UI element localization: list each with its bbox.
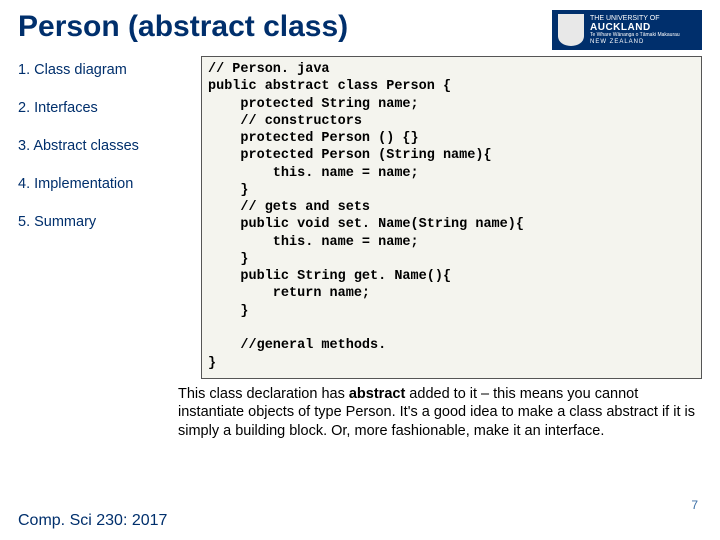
outline-item: 2. Interfaces [18, 100, 193, 116]
outline-item: 4. Implementation [18, 176, 193, 192]
outline-item: 5. Summary [18, 214, 193, 230]
university-logo: THE UNIVERSITY OF AUCKLAND Te Whare Wāna… [552, 10, 702, 50]
outline-item: 1. Class diagram [18, 62, 193, 78]
footer-text: Comp. Sci 230: 2017 [18, 512, 167, 530]
page-number: 7 [691, 498, 698, 512]
crest-icon [558, 14, 584, 46]
code-block: // Person. java public abstract class Pe… [201, 56, 702, 379]
logo-text: THE UNIVERSITY OF AUCKLAND Te Whare Wāna… [590, 15, 680, 46]
slide-title: Person (abstract class) [18, 10, 348, 44]
outline-item: 3. Abstract classes [18, 138, 193, 154]
slide-description: This class declaration has abstract adde… [160, 379, 720, 441]
outline-sidebar: 1. Class diagram 2. Interfaces 3. Abstra… [18, 56, 193, 379]
